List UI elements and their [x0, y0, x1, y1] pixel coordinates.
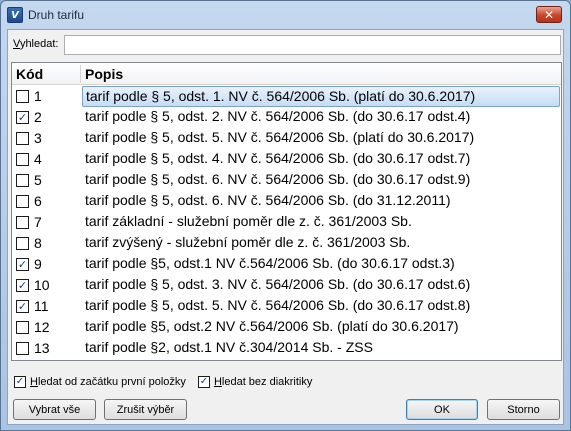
cell-kod: 3 — [16, 128, 80, 149]
row-checkbox[interactable] — [16, 321, 29, 334]
row-checkbox[interactable] — [16, 174, 29, 187]
ok-button[interactable]: OK — [406, 399, 478, 420]
search-label: Vyhledat: — [13, 38, 58, 50]
search-input[interactable] — [64, 35, 561, 55]
code-value: 6 — [34, 193, 42, 209]
option-label-accesskey: H — [30, 376, 38, 388]
dialog-body: Vyhledat: Kód Popis 1 tarif podle § 5, od… — [7, 29, 564, 425]
table-row[interactable]: 13 tarif podle §2, odst.1 NV č.304/2014 S… — [12, 338, 561, 359]
table-row[interactable]: 7 tarif základní - služební poměr dle z. … — [12, 212, 561, 233]
row-checkbox[interactable] — [16, 195, 29, 208]
cell-kod: 13 — [16, 338, 80, 359]
row-checkbox[interactable] — [16, 216, 29, 229]
option-search-from-start[interactable]: ✓ Hledat od začátku první položky — [14, 376, 186, 388]
cell-popis: tarif podle § 5, odst. 4. NV č. 564/2006… — [85, 150, 471, 166]
code-value: 11 — [34, 298, 49, 314]
code-value: 7 — [34, 214, 42, 230]
row-checkbox[interactable] — [16, 132, 29, 145]
table-row[interactable]: 8 tarif zvýšený - služební poměr dle z. č… — [12, 233, 561, 254]
table-row[interactable]: 12 tarif podle §5, odst.2 NV č.564/2006 S… — [12, 317, 561, 338]
table-row[interactable]: ✓ 11 tarif podle § 5, odst. 5. NV č. 564/2… — [12, 296, 561, 317]
code-value: 4 — [34, 151, 42, 167]
row-checkbox[interactable] — [16, 342, 29, 355]
row-checkbox[interactable] — [16, 237, 29, 250]
code-value: 13 — [34, 340, 50, 356]
cell-popis: tarif podle §5, odst.2 NV č.564/2006 Sb.… — [85, 318, 459, 334]
cell-popis: tarif podle §5, odst.1 NV č.564/2006 Sb.… — [85, 255, 455, 271]
code-value: 12 — [34, 319, 50, 335]
table-row[interactable]: 1 tarif podle § 5, odst. 1. NV č. 564/200… — [12, 86, 561, 107]
code-value: 3 — [34, 130, 42, 146]
option-label: Hledat od začátku první položky — [30, 376, 186, 388]
code-value: 10 — [34, 277, 50, 293]
cell-kod: ✓ 2 — [16, 107, 80, 128]
option-search-without-diacritics[interactable]: ✓ Hledat bez diakritiky — [197, 376, 312, 388]
cell-kod: 6 — [16, 191, 80, 212]
row-checkbox[interactable] — [16, 153, 29, 166]
code-value: 5 — [34, 172, 42, 188]
option-label-text: ledat bez diakritiky — [221, 376, 313, 388]
table-row[interactable]: 6 tarif podle § 5, odst. 6. NV č. 564/200… — [12, 191, 561, 212]
close-button[interactable]: ✕ — [536, 6, 562, 23]
checkbox[interactable]: ✓ — [14, 376, 26, 388]
row-checkbox[interactable]: ✓ — [16, 111, 29, 124]
dialog-window: V Druh tarifu ✕ Vyhledat: Kód Popis 1 tar… — [0, 0, 571, 431]
table-row[interactable]: 5 tarif podle § 5, odst. 6. NV č. 564/200… — [12, 170, 561, 191]
table-row[interactable]: 3 tarif podle § 5, odst. 5. NV č. 564/200… — [12, 128, 561, 149]
row-checkbox[interactable]: ✓ — [16, 300, 29, 313]
select-all-button[interactable]: Vybrat vše — [13, 399, 96, 420]
option-label-accesskey: H — [213, 376, 222, 388]
table-row[interactable]: 4 tarif podle § 5, odst. 4. NV č. 564/200… — [12, 149, 561, 170]
cell-popis: tarif podle § 5, odst. 5. NV č. 564/2006… — [85, 297, 471, 313]
cell-kod: ✓ 11 — [16, 296, 80, 317]
cancel-button[interactable]: Storno — [487, 399, 560, 420]
cell-kod: 4 — [16, 149, 80, 170]
code-value: 8 — [34, 235, 42, 251]
tariff-grid[interactable]: Kód Popis 1 tarif podle § 5, odst. 1. NV … — [11, 62, 562, 361]
cell-kod: 8 — [16, 233, 80, 254]
cell-popis: tarif podle § 5, odst. 2. NV č. 564/2006… — [85, 108, 471, 124]
code-value: 2 — [34, 109, 42, 125]
cell-kod: 5 — [16, 170, 80, 191]
option-label-text: ledat od začátku první položky — [37, 376, 186, 388]
code-value: 9 — [34, 256, 42, 272]
cell-popis: tarif podle §2, odst.1 NV č.304/2014 Sb.… — [85, 339, 373, 355]
search-label-text: yhledat: — [19, 38, 59, 50]
table-row[interactable]: ✓ 10 tarif podle § 5, odst. 3. NV č. 564/2… — [12, 275, 561, 296]
column-header-popis[interactable]: Popis — [85, 63, 555, 85]
cell-popis: tarif podle § 5, odst. 1. NV č. 564/2006… — [82, 86, 560, 107]
cell-kod: ✓ 10 — [16, 275, 80, 296]
column-header-kod[interactable]: Kód — [16, 63, 78, 85]
table-row[interactable]: ✓ 9 tarif podle §5, odst.1 NV č.564/2006 S… — [12, 254, 561, 275]
cell-popis: tarif podle § 5, odst. 6. NV č. 564/2006… — [85, 192, 451, 208]
cell-popis: tarif základní - služební poměr dle z. č… — [85, 213, 412, 229]
code-value: 1 — [34, 88, 42, 104]
checkbox[interactable]: ✓ — [197, 376, 210, 388]
cell-popis: tarif podle § 5, odst. 6. NV č. 564/2006… — [85, 171, 471, 187]
row-checkbox[interactable]: ✓ — [16, 279, 29, 292]
cell-kod: 7 — [16, 212, 80, 233]
window-title: Druh tarifu — [28, 8, 85, 22]
grid-rows: 1 tarif podle § 5, odst. 1. NV č. 564/200… — [12, 86, 561, 359]
option-label: Hledat bez diakritiky — [214, 376, 312, 388]
app-icon: V — [7, 7, 23, 23]
grid-header: Kód Popis — [12, 63, 561, 85]
table-row[interactable]: ✓ 2 tarif podle § 5, odst. 2. NV č. 564/20… — [12, 107, 561, 128]
clear-selection-button[interactable]: Zrušit výběr — [104, 399, 187, 420]
title-bar[interactable]: V Druh tarifu ✕ — [1, 1, 570, 29]
search-label-accesskey: V — [13, 38, 20, 50]
row-checkbox[interactable] — [16, 90, 29, 103]
cell-popis: tarif zvýšený - služební poměr dle z. č.… — [85, 234, 411, 250]
search-options: ✓ Hledat od začátku první položky ✓ Hled… — [14, 376, 324, 388]
row-checkbox[interactable]: ✓ — [16, 258, 29, 271]
cell-kod: 1 — [16, 86, 80, 107]
column-divider[interactable] — [80, 65, 81, 83]
cell-kod: 12 — [16, 317, 80, 338]
cell-kod: ✓ 9 — [16, 254, 80, 275]
cell-popis: tarif podle § 5, odst. 3. NV č. 564/2006… — [85, 276, 471, 292]
cell-popis: tarif podle § 5, odst. 5. NV č. 564/2006… — [85, 129, 475, 145]
